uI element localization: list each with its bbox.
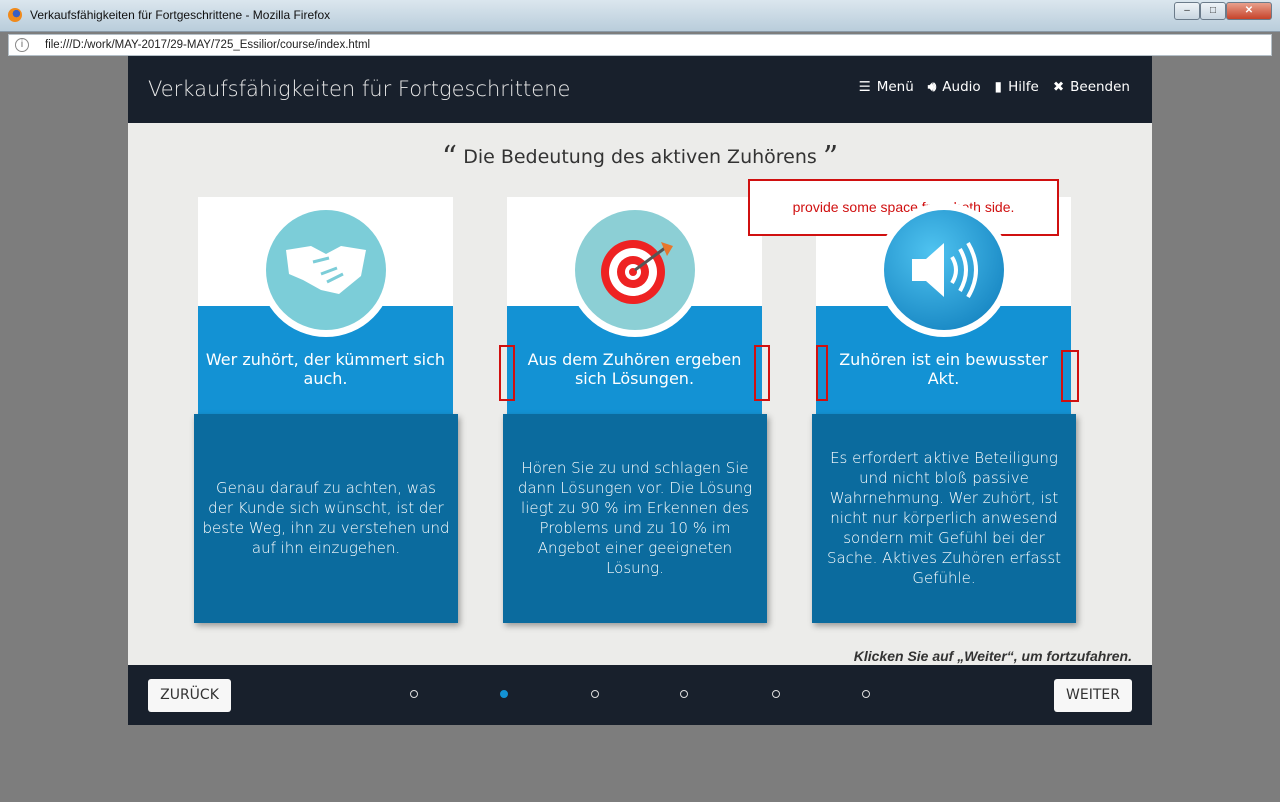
- next-button[interactable]: WEITER: [1054, 679, 1132, 712]
- continue-hint: Klicken Sie auf „Weiter“, um fortzufahre…: [853, 648, 1132, 664]
- book-icon: ▮: [994, 79, 1003, 95]
- list-icon: ☰: [858, 79, 871, 95]
- help-button[interactable]: ▮ Hilfe: [995, 79, 1039, 95]
- menu-label: Menü: [876, 79, 914, 95]
- maximize-button[interactable]: □: [1200, 2, 1226, 20]
- course-header: Verkaufsfähigkeiten für Fortgeschrittene…: [128, 56, 1152, 123]
- card-text: Hören Sie zu und schlagen Sie dann Lösun…: [503, 414, 767, 623]
- card-text: Genau darauf zu achten, was der Kunde si…: [194, 414, 458, 623]
- speaker-icon: [877, 203, 1011, 337]
- menu-button[interactable]: ☰ Menü: [859, 79, 914, 95]
- address-bar[interactable]: i file:///D:/work/MAY-2017/29-MAY/725_Es…: [8, 34, 1272, 56]
- speaker-icon: 🔊︎: [927, 79, 937, 95]
- audio-button[interactable]: 🔊︎ Audio: [928, 79, 981, 95]
- heading-text: Die Bedeutung des aktiven Zuhörens: [463, 146, 817, 168]
- page-dot-1[interactable]: [410, 690, 418, 698]
- header-nav: ☰ Menü 🔊︎ Audio ▮ Hilfe ✖ Beenden: [859, 79, 1130, 95]
- firefox-icon: [8, 8, 22, 22]
- course-footer: ZURÜCK WEITER: [128, 665, 1152, 725]
- course-title: Verkaufsfähigkeiten für Fortgeschrittene: [148, 77, 571, 101]
- minimize-button[interactable]: –: [1174, 2, 1200, 20]
- exit-label: Beenden: [1070, 79, 1130, 95]
- page-dot-5[interactable]: [772, 690, 780, 698]
- card-text: Es erfordert aktive Beteiligung und nich…: [812, 414, 1076, 623]
- course-player: Verkaufsfähigkeiten für Fortgeschrittene…: [128, 56, 1152, 725]
- quote-close-icon: ”: [822, 140, 839, 175]
- window-title: Verkaufsfähigkeiten für Fortgeschrittene…: [30, 8, 331, 22]
- help-label: Hilfe: [1008, 79, 1039, 95]
- annotation-marker: [499, 345, 515, 401]
- info-icon[interactable]: i: [15, 38, 29, 52]
- close-icon: ✖: [1052, 79, 1065, 95]
- back-button[interactable]: ZURÜCK: [148, 679, 231, 712]
- url-text: file:///D:/work/MAY-2017/29-MAY/725_Essi…: [45, 39, 371, 51]
- window-titlebar: Verkaufsfähigkeiten für Fortgeschrittene…: [0, 0, 1280, 32]
- audio-label: Audio: [942, 79, 981, 95]
- annotation-marker: [1061, 350, 1079, 402]
- page-dot-3[interactable]: [591, 690, 599, 698]
- annotation-marker: [816, 345, 828, 401]
- page-dot-4[interactable]: [680, 690, 688, 698]
- page-dot-6[interactable]: [862, 690, 870, 698]
- page-dot-2-current[interactable]: [500, 690, 508, 698]
- exit-button[interactable]: ✖ Beenden: [1053, 79, 1130, 95]
- close-window-button[interactable]: ✕: [1226, 2, 1272, 20]
- page-heading: “ Die Bedeutung des aktiven Zuhörens ”: [128, 140, 1152, 175]
- annotation-marker: [754, 345, 770, 401]
- quote-open-icon: “: [441, 140, 458, 175]
- handshake-icon: [259, 203, 393, 337]
- target-icon: [568, 203, 702, 337]
